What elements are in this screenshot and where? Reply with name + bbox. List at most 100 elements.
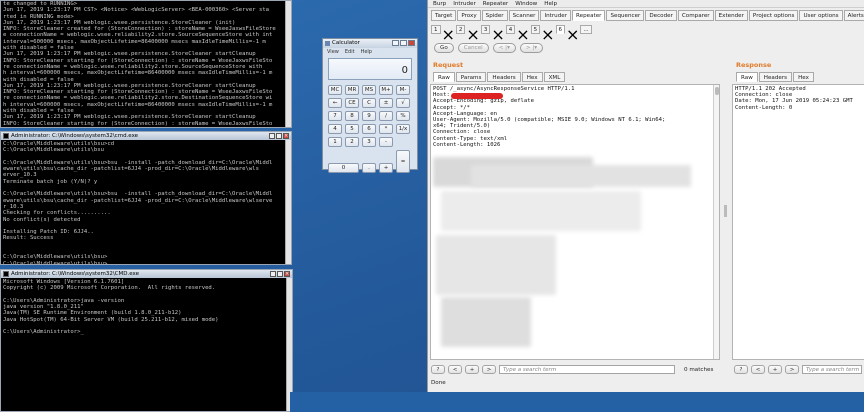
menu-burp[interactable]: Burp — [433, 0, 446, 7]
minimize-icon[interactable] — [269, 133, 275, 139]
weblogic-console-window[interactable]: te changed to RUNNING> Jun 17, 2019 1:23:… — [0, 0, 292, 128]
calculator-window[interactable]: Calculator View Edit Help 0 MC MR MS M+ M- ← C… — [322, 38, 418, 173]
close-icon[interactable] — [408, 40, 415, 46]
search-prev-button[interactable]: < — [751, 365, 765, 374]
tab-user-options[interactable]: User options — [799, 10, 843, 21]
repeater-tab[interactable]: ... — [580, 25, 592, 34]
go-button[interactable]: Go — [434, 43, 454, 53]
calc-key[interactable]: ± — [379, 98, 393, 108]
calc-key[interactable]: MS — [362, 85, 376, 95]
calc-key[interactable]: + — [379, 163, 393, 173]
help-button[interactable]: ? — [431, 365, 445, 374]
maximize-icon[interactable] — [277, 271, 283, 277]
response-search-input[interactable]: Type a search term — [802, 365, 862, 374]
tab-decoder[interactable]: Decoder — [645, 10, 677, 21]
menu-view[interactable]: View — [327, 48, 339, 56]
calc-key[interactable]: 6 — [362, 124, 376, 134]
close-tab-icon[interactable]: × — [516, 25, 529, 44]
search-prev-button[interactable]: < — [448, 365, 462, 374]
repeater-tab[interactable]: 6 — [555, 25, 566, 34]
tab-scanner[interactable]: Scanner — [508, 10, 540, 21]
tab-spider[interactable]: Spider — [481, 10, 508, 21]
subtab-params[interactable]: Params — [455, 72, 487, 82]
subtab-hex[interactable]: Hex — [793, 72, 814, 82]
cmd-window-java[interactable]: Administrator: C:\Windows\system32\CMD.e… — [0, 269, 293, 412]
calc-key[interactable]: 7 — [328, 111, 342, 121]
close-tab-icon[interactable]: × — [491, 25, 504, 44]
request-search-input[interactable]: Type a search term — [499, 365, 675, 374]
tab-project-options[interactable]: Project options — [748, 10, 799, 21]
search-add-button[interactable]: + — [768, 365, 782, 374]
calc-key[interactable]: - — [379, 137, 393, 147]
calc-key[interactable]: / — [379, 111, 393, 121]
calc-key[interactable]: M- — [396, 85, 410, 95]
calc-key[interactable]: 0 — [328, 163, 359, 173]
calc-key[interactable]: MC — [328, 85, 342, 95]
menu-help[interactable]: Help — [544, 0, 557, 7]
close-icon[interactable]: × — [283, 133, 289, 139]
calc-key[interactable]: C — [362, 98, 376, 108]
back-button[interactable]: < |▾ — [492, 43, 516, 53]
repeater-tab[interactable]: 3 — [480, 25, 491, 34]
repeater-tab[interactable]: 4 — [505, 25, 516, 34]
search-add-button[interactable]: + — [465, 365, 479, 374]
calc-key[interactable]: . — [362, 163, 376, 173]
close-tab-icon[interactable]: × — [566, 25, 579, 44]
cancel-button[interactable]: Cancel — [457, 43, 489, 53]
repeater-tab[interactable]: 1 — [431, 25, 441, 34]
calc-key[interactable]: 5 — [345, 124, 359, 134]
cmd-window-titlebar[interactable]: Administrator: C:\Windows\system32\cmd.e… — [1, 132, 291, 140]
burp-suite-window[interactable]: Burp Intruder Repeater Window Help Targe… — [427, 0, 864, 392]
calc-key[interactable]: * — [379, 124, 393, 134]
repeater-tab[interactable]: 2 — [455, 25, 466, 34]
pane-splitter[interactable] — [724, 205, 727, 217]
calc-key[interactable]: = — [396, 150, 410, 173]
calculator-titlebar[interactable]: Calculator — [323, 39, 417, 48]
minimize-icon[interactable] — [392, 40, 399, 46]
tab-target[interactable]: Target — [431, 10, 457, 21]
forward-button[interactable]: > |▾ — [519, 43, 544, 53]
tab-intruder[interactable]: Intruder — [540, 10, 572, 21]
close-tab-icon[interactable]: × — [442, 25, 455, 44]
menu-edit[interactable]: Edit — [345, 48, 355, 56]
search-next-button[interactable]: > — [785, 365, 799, 374]
response-editor[interactable]: HTTP/1.1 202 Accepted Connection: close Da… — [732, 84, 864, 360]
calc-key[interactable]: 8 — [345, 111, 359, 121]
calc-key[interactable]: % — [396, 111, 410, 121]
menu-help[interactable]: Help — [361, 48, 372, 56]
calc-key[interactable]: M+ — [379, 85, 393, 95]
search-next-button[interactable]: > — [482, 365, 496, 374]
close-tab-icon[interactable]: × — [466, 25, 479, 44]
subtab-hex[interactable]: Hex — [521, 72, 543, 82]
tab-repeater[interactable]: Repeater — [572, 10, 606, 21]
calc-key[interactable]: 2 — [345, 137, 359, 147]
tab-extender[interactable]: Extender — [714, 10, 748, 21]
calc-key[interactable]: ← — [328, 98, 342, 108]
calc-key[interactable]: CE — [345, 98, 359, 108]
subtab-raw[interactable]: Raw — [433, 72, 455, 82]
maximize-icon[interactable] — [400, 40, 407, 46]
help-button[interactable]: ? — [734, 365, 748, 374]
menu-window[interactable]: Window — [515, 0, 537, 7]
calc-key[interactable]: 4 — [328, 124, 342, 134]
console-scrollbar[interactable] — [285, 140, 291, 264]
calc-key[interactable]: 3 — [362, 137, 376, 147]
subtab-xml[interactable]: XML — [543, 72, 566, 82]
tab-alerts[interactable]: Alerts — [843, 10, 864, 21]
cmd-window-titlebar[interactable]: Administrator: C:\Windows\system32\CMD.e… — [1, 270, 292, 278]
request-scrollbar[interactable] — [713, 85, 719, 359]
menu-intruder[interactable]: Intruder — [453, 0, 476, 7]
maximize-icon[interactable] — [276, 133, 282, 139]
calc-key[interactable]: 1 — [328, 137, 342, 147]
close-icon[interactable]: × — [284, 271, 290, 277]
repeater-tab[interactable]: 5 — [530, 25, 541, 34]
cmd-window-bsu[interactable]: Administrator: C:\Windows\system32\cmd.e… — [0, 131, 292, 265]
tab-proxy[interactable]: Proxy — [457, 10, 481, 21]
console-scrollbar[interactable] — [285, 1, 291, 127]
calc-key[interactable]: MR — [345, 85, 359, 95]
calc-key[interactable]: √ — [396, 98, 410, 108]
minimize-icon[interactable] — [270, 271, 276, 277]
subtab-headers[interactable]: Headers — [758, 72, 793, 82]
tab-sequencer[interactable]: Sequencer — [606, 10, 645, 21]
menu-repeater[interactable]: Repeater — [483, 0, 508, 7]
